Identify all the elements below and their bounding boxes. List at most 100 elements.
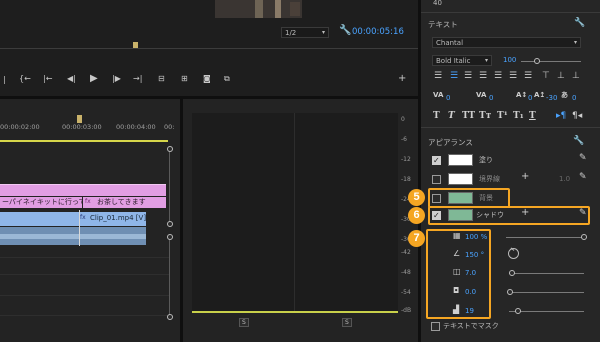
faux-italic-button[interactable]: T bbox=[448, 112, 455, 121]
timeline-panel: 00:00:02:00 00:00:03:00 00:00:04:00 00: … bbox=[0, 99, 180, 342]
opacity-slider-knob[interactable] bbox=[581, 234, 587, 240]
ruler-tick-label: 00:00:03:00 bbox=[62, 123, 102, 131]
size-slider[interactable] bbox=[509, 292, 584, 293]
justify-all-icon[interactable]: ☰ bbox=[524, 72, 532, 81]
scroll-handle[interactable] bbox=[167, 234, 173, 240]
comparison-icon[interactable]: ⧉ bbox=[224, 75, 230, 83]
kerning-icon: VA bbox=[433, 91, 444, 99]
font-size-slider-knob[interactable] bbox=[534, 58, 540, 64]
eyedropper-icon[interactable]: ✎ bbox=[579, 154, 587, 163]
align-top-icon[interactable]: ⊤ bbox=[542, 72, 550, 81]
playhead-line[interactable] bbox=[79, 210, 80, 246]
font-size-slider[interactable] bbox=[521, 61, 581, 62]
ruler-tick-label: 00:00:04:00 bbox=[116, 123, 156, 131]
faux-bold-button[interactable]: T bbox=[433, 112, 440, 121]
justify-last-left-icon[interactable]: ☰ bbox=[494, 72, 502, 81]
lift-icon[interactable]: ⊟ bbox=[158, 75, 165, 83]
tsume-value[interactable]: 0 bbox=[572, 95, 576, 102]
wrench-icon[interactable]: 🔧 bbox=[339, 26, 351, 36]
font-style-select[interactable]: Bold Italic ▾ bbox=[432, 55, 492, 66]
go-to-in-icon[interactable]: |← bbox=[43, 75, 52, 83]
tracking-value[interactable]: 0 bbox=[489, 95, 493, 102]
play-icon[interactable]: ▶ bbox=[90, 74, 98, 84]
distance-slider[interactable] bbox=[509, 273, 584, 274]
wrench-icon[interactable]: 🔧 bbox=[574, 19, 585, 28]
vertical-scrollbar-bottom[interactable] bbox=[169, 240, 170, 315]
superscript-button[interactable]: T¹ bbox=[497, 112, 508, 121]
baseline-shift-value[interactable]: -30 bbox=[546, 95, 557, 102]
tracking-icon: VA bbox=[476, 91, 487, 99]
vertical-scrollbar-top[interactable] bbox=[169, 152, 170, 223]
extract-icon[interactable]: ⊞ bbox=[181, 75, 188, 83]
text-section-title: テキスト bbox=[428, 20, 458, 29]
stroke-checkbox[interactable] bbox=[432, 175, 441, 184]
blur-slider-knob[interactable] bbox=[515, 308, 521, 314]
solo-right-button[interactable]: S bbox=[342, 318, 352, 327]
align-left-icon[interactable]: ☰ bbox=[434, 72, 442, 81]
leading-icon: A↕ bbox=[516, 91, 528, 99]
scroll-handle[interactable] bbox=[167, 146, 173, 152]
scroll-handle[interactable] bbox=[167, 314, 173, 320]
graphic-clip-text-2[interactable]: fx お茶してきます bbox=[83, 197, 166, 208]
add-button-icon[interactable]: + bbox=[398, 74, 406, 84]
graphic-clip-top[interactable] bbox=[0, 184, 166, 196]
wrench-icon[interactable]: 🔧 bbox=[573, 137, 584, 146]
resolution-select[interactable]: 1/2 ▾ bbox=[281, 27, 329, 38]
ruler-tick-label: 00: bbox=[164, 123, 175, 131]
justify-last-center-icon[interactable]: ☰ bbox=[509, 72, 517, 81]
video-clip[interactable]: fx Clip_01.mp4 [V] bbox=[0, 212, 146, 226]
font-size-value[interactable]: 100 bbox=[503, 57, 516, 64]
stroke-size-value[interactable]: 1.0 bbox=[559, 176, 570, 183]
align-center-icon[interactable]: ☰ bbox=[450, 72, 458, 81]
align-bottom-icon[interactable]: ⊥ bbox=[572, 72, 580, 81]
distance-slider-knob[interactable] bbox=[509, 270, 515, 276]
marker-out-icon[interactable]: | bbox=[3, 76, 6, 84]
timeline-playhead-marker[interactable] bbox=[77, 115, 82, 123]
timecode[interactable]: 00:00:05:16 bbox=[352, 28, 404, 37]
graphic-clip-text-1[interactable]: ーパイネイキットに行って bbox=[0, 197, 86, 208]
opacity-slider[interactable] bbox=[506, 237, 584, 238]
appearance-section-title: アピアランス bbox=[428, 138, 473, 147]
go-to-out-icon[interactable]: →| bbox=[133, 75, 142, 83]
meter-baseline bbox=[192, 311, 398, 313]
solo-left-button[interactable]: S bbox=[239, 318, 249, 327]
font-select[interactable]: Chantal ▾ bbox=[432, 37, 581, 48]
chevron-down-icon: ▾ bbox=[321, 29, 325, 36]
in-out-bar[interactable] bbox=[0, 140, 168, 142]
justify-icon[interactable]: ☰ bbox=[479, 72, 487, 81]
fx-badge: fx bbox=[85, 198, 91, 205]
chevron-down-icon: ▾ bbox=[573, 39, 577, 46]
scroll-handle[interactable] bbox=[167, 221, 173, 227]
text-direction-rtl-icon[interactable]: ¶◂ bbox=[572, 112, 582, 121]
all-caps-button[interactable]: TT bbox=[462, 112, 475, 121]
align-right-icon[interactable]: ☰ bbox=[464, 72, 472, 81]
top-value: 40 bbox=[433, 0, 442, 7]
angle-dial[interactable] bbox=[508, 247, 519, 259]
kerning-value[interactable]: 0 bbox=[446, 95, 450, 102]
add-stroke-icon[interactable]: + bbox=[521, 172, 529, 182]
ruler-tick-label: 00:00:02:00 bbox=[0, 123, 40, 131]
meter-scale-label: -54 bbox=[401, 289, 411, 296]
clip-label: お茶してきます bbox=[97, 198, 146, 206]
step-frame-forward-icon[interactable]: |▶ bbox=[112, 75, 121, 83]
annotation-badge-7: 7 bbox=[408, 230, 425, 247]
align-middle-icon[interactable]: ⊥ bbox=[557, 72, 565, 81]
step-back-icon[interactable]: {← bbox=[19, 75, 31, 83]
camera-icon[interactable]: ◙ bbox=[203, 75, 211, 83]
eyedropper-icon[interactable]: ✎ bbox=[579, 173, 587, 182]
annotation-badge-6: 6 bbox=[408, 207, 425, 224]
subscript-button[interactable]: T₁ bbox=[513, 112, 524, 121]
fill-color-swatch[interactable] bbox=[448, 154, 473, 166]
fill-checkbox[interactable] bbox=[432, 156, 441, 165]
text-direction-ltr-icon[interactable]: ▸¶ bbox=[556, 112, 566, 121]
step-frame-back-icon[interactable]: ◀| bbox=[67, 75, 76, 83]
stroke-color-swatch[interactable] bbox=[448, 173, 473, 185]
mask-checkbox[interactable] bbox=[431, 322, 440, 331]
underline-button[interactable]: T bbox=[529, 112, 536, 121]
meter-scale-label: -48 bbox=[401, 269, 411, 276]
clip-label: ーパイネイキットに行って bbox=[2, 198, 86, 206]
monitor-scrubber-line[interactable] bbox=[0, 48, 418, 49]
size-slider-knob[interactable] bbox=[507, 289, 513, 295]
audio-clip[interactable] bbox=[0, 227, 146, 245]
small-caps-button[interactable]: Tт bbox=[479, 112, 491, 121]
